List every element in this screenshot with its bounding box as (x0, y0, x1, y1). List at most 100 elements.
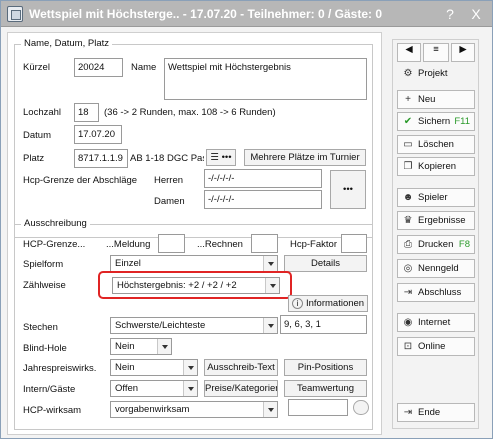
stechen-label: Stechen (23, 322, 58, 333)
delete-icon: ▭ (403, 139, 413, 150)
nav-next-button[interactable]: ▶ (451, 43, 475, 62)
drucken-button[interactable]: ⎙ Drucken F8 (397, 235, 475, 254)
app-window: Wettspiel mit Höchsterge.. - 17.07.20 - … (0, 0, 493, 439)
hcp-wirksam-select[interactable]: vorgabenwirksam (110, 401, 278, 418)
meldung-input[interactable] (158, 234, 185, 253)
stechen-select[interactable]: Schwerste/Leichteste (110, 317, 278, 334)
drucken-label: Drucken (418, 239, 454, 250)
copy-icon: ❐ (403, 161, 413, 172)
group-title: Name, Datum, Platz (21, 38, 112, 49)
datum-input[interactable]: 17.07.20 (74, 125, 122, 144)
lochzahl-label: Lochzahl (23, 107, 62, 118)
spielform-label: Spielform (23, 259, 64, 270)
nav-menu-button[interactable]: ≡ (423, 43, 449, 62)
spieler-button[interactable]: ☻ Spieler (397, 188, 475, 207)
pin-positions-button[interactable]: Pin-Positions (284, 359, 367, 376)
kopieren-label: Kopieren (418, 161, 457, 172)
loeschen-button[interactable]: ▭ Löschen (397, 135, 475, 154)
ende-label: Ende (418, 407, 441, 418)
hcp-wirksam-value: vorgabenwirksam (115, 404, 190, 415)
blind-hole-select[interactable]: Nein (110, 338, 172, 355)
close-icon[interactable]: X (467, 5, 485, 23)
info-button[interactable]: i Informationen (288, 295, 368, 312)
jahrespreis-label: Jahrespreiswirks. (23, 363, 97, 374)
ausschreib-text-button[interactable]: Ausschreib-Text (204, 359, 278, 376)
people-icon: ☻ (402, 192, 414, 203)
plus-icon: + (405, 94, 411, 105)
chevron-down-icon (263, 402, 277, 417)
main-panel: Name, Datum, Platz Kürzel 20024 Name Wet… (7, 32, 382, 435)
nenngeld-label: Nenngeld (418, 263, 459, 274)
coins-icon: ◎ (403, 263, 413, 274)
spielform-value: Einzel (115, 258, 141, 269)
chevron-down-icon (157, 339, 171, 354)
datum-label: Datum (23, 130, 51, 141)
lochzahl-input[interactable]: 18 (74, 103, 99, 122)
exit-door-icon: ⇥ (403, 407, 413, 418)
stechen-holes-input[interactable]: 9, 6, 3, 1 (280, 315, 367, 334)
globe-icon: ◉ (403, 317, 413, 328)
jahrespreis-select[interactable]: Nein (110, 359, 198, 376)
hcp-grenze-label: HCP-Grenze... (23, 239, 86, 250)
projekt-button[interactable]: ⚙ Projekt (397, 64, 475, 83)
abschluss-button[interactable]: ⇥ Abschluss (397, 283, 475, 302)
printer-icon: ⎙ (404, 239, 412, 250)
kopieren-button[interactable]: ❐ Kopieren (397, 157, 475, 176)
blind-hole-label: Blind-Hole (23, 343, 67, 354)
online-button[interactable]: ⊡ Online (397, 337, 475, 356)
hcp-dots-button[interactable]: ••• (330, 170, 366, 209)
info-label: Informationen (306, 298, 365, 309)
exit-icon: ⇥ (403, 287, 413, 298)
neu-button[interactable]: + Neu (397, 90, 475, 109)
course-list-button[interactable]: ☰ ••• (206, 149, 236, 166)
gear-icon: ⚙ (403, 68, 413, 79)
sichern-label: Sichern (418, 116, 451, 127)
herren-input[interactable]: -/-/-/-/- (204, 169, 322, 188)
projekt-label: Projekt (418, 68, 448, 79)
chevron-down-icon (263, 256, 277, 271)
damen-input[interactable]: -/-/-/-/- (204, 190, 322, 209)
spielform-select[interactable]: Einzel (110, 255, 278, 272)
internet-button[interactable]: ◉ Internet (397, 313, 475, 332)
info-icon: i (292, 298, 303, 309)
hcp-faktor-label: Hcp-Faktor (290, 239, 337, 250)
loeschen-label: Löschen (418, 139, 454, 150)
ergebnisse-button[interactable]: ♛ Ergebnisse (397, 211, 475, 230)
name-input[interactable]: Wettspiel mit Höchstergebnis (164, 58, 367, 100)
damen-label: Damen (154, 196, 185, 207)
chevron-down-icon (183, 381, 197, 396)
more-courses-button[interactable]: Mehrere Plätze im Turnier (244, 149, 366, 166)
drucken-shortcut: F8 (458, 239, 470, 250)
kuerzel-input[interactable]: 20024 (74, 58, 123, 77)
intern-select[interactable]: Offen (110, 380, 198, 397)
details-button[interactable]: Details (284, 255, 367, 272)
hcp-wirksam-label: HCP-wirksam (23, 405, 82, 416)
trophy-icon: ♛ (403, 215, 413, 226)
chevron-down-icon (263, 318, 277, 333)
rechnen-input[interactable] (251, 234, 278, 253)
name-label: Name (131, 62, 157, 73)
hcp-faktor-input[interactable] (341, 234, 367, 253)
lochzahl-hint: (36 -> 2 Runden, max. 108 -> 6 Runden) (104, 107, 276, 118)
herren-label: Herren (154, 175, 184, 186)
blind-hole-value: Nein (115, 341, 135, 352)
sidebar: ◀ ≡ ▶ ⚙ Projekt + Neu ✔ Sichern F11 ▭ Löschen… (392, 39, 479, 429)
ende-button[interactable]: ⇥ Ende (397, 403, 475, 422)
kuerzel-label: Kürzel (23, 62, 50, 73)
hcp-limit-label: Hcp-Grenze der Abschläge (23, 175, 138, 186)
nenngeld-button[interactable]: ◎ Nenngeld (397, 259, 475, 278)
intern-label: Intern/Gäste (23, 384, 76, 395)
palette-icon[interactable] (353, 400, 369, 415)
preise-kategorien-button[interactable]: Preise/Kategorien (204, 380, 278, 397)
platz-input[interactable]: 8717.1.1.9 (74, 149, 128, 168)
online-icon: ⊡ (403, 341, 413, 352)
nav-prev-button[interactable]: ◀ (397, 43, 421, 62)
online-label: Online (418, 341, 446, 352)
platz-label: Platz (23, 153, 45, 164)
hcp-wirksam-extra-input[interactable] (288, 399, 348, 416)
teamwertung-button[interactable]: Teamwertung (284, 380, 367, 397)
sichern-button[interactable]: ✔ Sichern F11 (397, 112, 475, 131)
help-icon[interactable]: ? (441, 5, 459, 23)
meldung-label: ...Meldung (106, 239, 151, 250)
sichern-shortcut: F11 (454, 116, 470, 127)
